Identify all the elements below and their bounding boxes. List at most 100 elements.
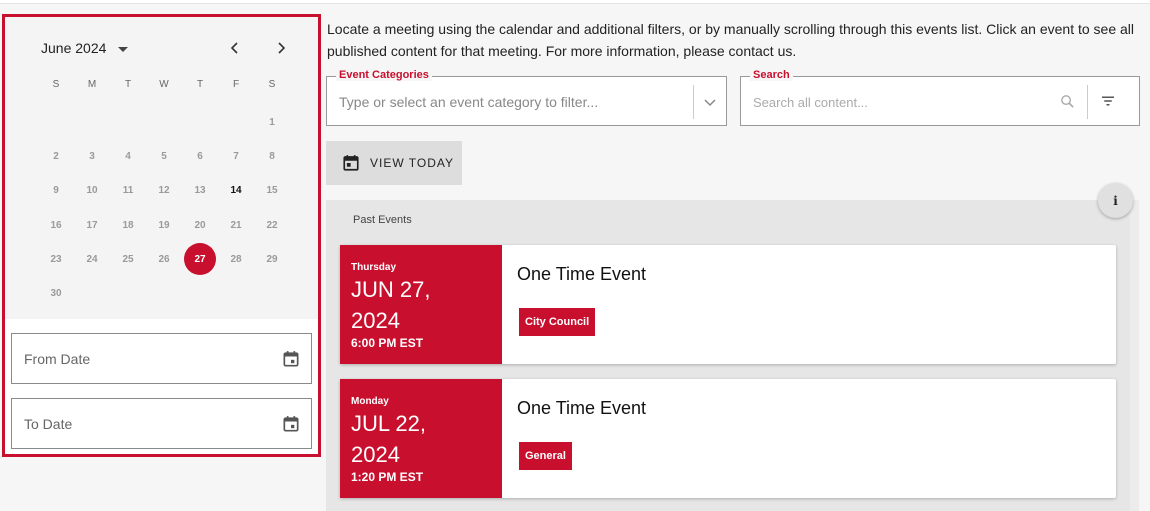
search-field[interactable]: Search Search all content... xyxy=(740,69,1140,126)
day-number: 9 xyxy=(53,185,59,197)
day-16[interactable]: 16 xyxy=(38,208,74,242)
day-number: 24 xyxy=(86,253,98,265)
search-icon[interactable] xyxy=(1059,93,1076,110)
view-today-label: VIEW TODAY xyxy=(370,156,455,170)
from-date-label: From Date xyxy=(24,350,91,367)
event-date-block: Monday JUL 22, 2024 1:20 PM EST xyxy=(340,379,502,498)
day-15[interactable]: 15 xyxy=(254,174,290,208)
chevron-down-icon[interactable] xyxy=(703,95,717,109)
event-category-tag: General xyxy=(519,442,572,470)
filter-icon[interactable] xyxy=(1099,92,1117,110)
previous-month-button[interactable] xyxy=(223,36,247,60)
day-number: 25 xyxy=(122,253,134,265)
to-date-field[interactable]: To Date xyxy=(11,398,312,449)
day-24[interactable]: 24 xyxy=(74,242,110,276)
day-number: 4 xyxy=(125,150,131,162)
day-17[interactable]: 17 xyxy=(74,208,110,242)
event-category-filter[interactable]: Event Categories Type or select an event… xyxy=(326,69,727,126)
day-number: 5 xyxy=(161,150,167,162)
event-date-block: Thursday JUN 27, 2024 6:00 PM EST xyxy=(340,245,502,364)
calendar-icon[interactable] xyxy=(281,414,301,434)
day-3[interactable]: 3 xyxy=(74,139,110,173)
day-7[interactable]: 7 xyxy=(218,139,254,173)
day-23[interactable]: 23 xyxy=(38,242,74,276)
day-27[interactable]: 27 xyxy=(182,242,218,276)
weekday-label: T xyxy=(196,79,204,90)
month-label: June 2024 xyxy=(41,40,107,56)
day-number: 6 xyxy=(197,150,203,162)
event-month-day: JUL 22, xyxy=(351,411,427,436)
event-title[interactable]: One Time Event xyxy=(517,264,646,285)
view-today-button[interactable]: VIEW TODAY xyxy=(326,141,462,185)
search-input[interactable]: Search all content... xyxy=(753,95,868,110)
event-time: 6:00 PM EST xyxy=(351,336,424,350)
day-number: 14 xyxy=(230,185,242,197)
weekday-label: W xyxy=(159,79,169,90)
day-9[interactable]: 9 xyxy=(38,174,74,208)
event-year: 2024 xyxy=(351,442,400,467)
empty-day-cell xyxy=(74,105,110,139)
day-number: 27 xyxy=(184,243,216,276)
scrollbar[interactable] xyxy=(1130,200,1139,511)
from-date-field[interactable]: From Date xyxy=(11,333,312,384)
day-number: 20 xyxy=(194,219,206,231)
empty-day-cell xyxy=(218,105,254,139)
next-month-button[interactable] xyxy=(269,36,293,60)
day-2[interactable]: 2 xyxy=(38,139,74,173)
event-month-day: JUN 27, xyxy=(351,277,431,302)
event-year: 2024 xyxy=(351,308,400,333)
day-18[interactable]: 18 xyxy=(110,208,146,242)
day-25[interactable]: 25 xyxy=(110,242,146,276)
event-weekday: Monday xyxy=(351,396,389,407)
event-title[interactable]: One Time Event xyxy=(517,398,646,419)
day-number: 22 xyxy=(266,219,278,231)
event-time: 1:20 PM EST xyxy=(351,470,424,484)
month-selector[interactable]: June 2024 xyxy=(41,40,129,56)
day-10[interactable]: 10 xyxy=(74,174,110,208)
day-4[interactable]: 4 xyxy=(110,139,146,173)
day-number: 3 xyxy=(89,150,95,162)
day-22[interactable]: 22 xyxy=(254,208,290,242)
day-28[interactable]: 28 xyxy=(218,242,254,276)
day-30[interactable]: 30 xyxy=(38,276,74,310)
day-number: 21 xyxy=(230,219,242,231)
day-number: 1 xyxy=(269,116,275,128)
top-divider xyxy=(0,0,1150,4)
event-card[interactable]: Thursday JUN 27, 2024 6:00 PM EST One Ti… xyxy=(340,245,1116,364)
day-12[interactable]: 12 xyxy=(146,174,182,208)
day-number: 7 xyxy=(233,150,239,162)
intro-text: Locate a meeting using the calendar and … xyxy=(327,21,1135,59)
empty-day-cell xyxy=(146,105,182,139)
day-number: 19 xyxy=(158,219,170,231)
day-21[interactable]: 21 xyxy=(218,208,254,242)
day-number: 17 xyxy=(86,219,98,231)
event-category-placeholder: Type or select an event category to filt… xyxy=(339,94,599,110)
day-11[interactable]: 11 xyxy=(110,174,146,208)
day-20[interactable]: 20 xyxy=(182,208,218,242)
day-number: 13 xyxy=(194,185,206,197)
event-card[interactable]: Monday JUL 22, 2024 1:20 PM EST One Time… xyxy=(340,379,1116,498)
day-19[interactable]: 19 xyxy=(146,208,182,242)
caret-down-icon xyxy=(118,46,129,52)
weekday-label: S xyxy=(52,79,60,90)
day-29[interactable]: 29 xyxy=(254,242,290,276)
event-weekday: Thursday xyxy=(351,262,397,273)
day-26[interactable]: 26 xyxy=(146,242,182,276)
day-number: 8 xyxy=(269,150,275,162)
empty-day-cell xyxy=(182,105,218,139)
day-14[interactable]: 14 xyxy=(218,174,254,208)
info-button[interactable]: i xyxy=(1098,183,1133,218)
divider xyxy=(693,85,694,119)
chevron-left-icon xyxy=(230,42,238,54)
day-number: 11 xyxy=(122,185,134,197)
day-13[interactable]: 13 xyxy=(182,174,218,208)
divider xyxy=(1087,85,1088,119)
calendar-today-icon xyxy=(343,155,359,171)
calendar-icon[interactable] xyxy=(281,349,301,369)
weekday-label: T xyxy=(124,79,132,90)
day-1[interactable]: 1 xyxy=(254,105,290,139)
empty-day-cell xyxy=(110,105,146,139)
day-6[interactable]: 6 xyxy=(182,139,218,173)
day-5[interactable]: 5 xyxy=(146,139,182,173)
day-8[interactable]: 8 xyxy=(254,139,290,173)
